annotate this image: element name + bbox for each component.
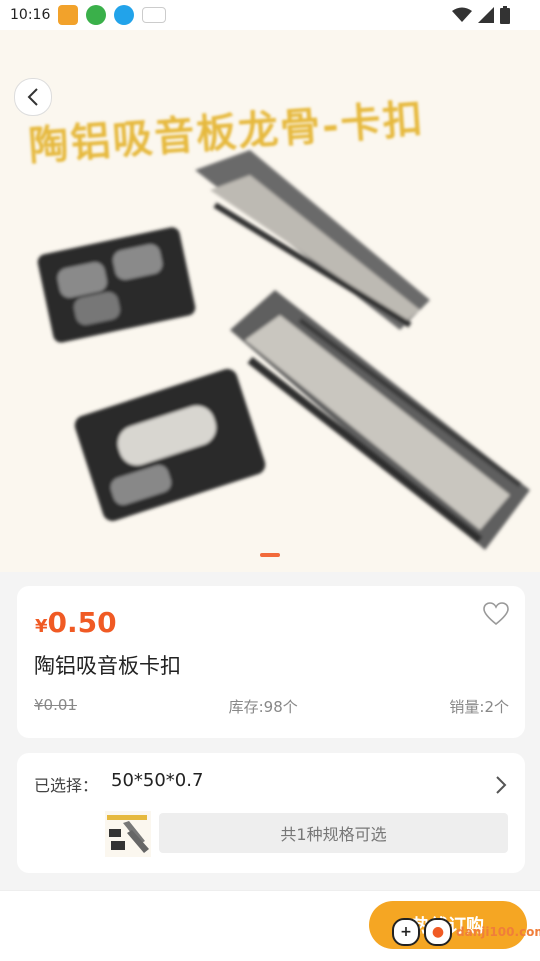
watermark-text: danji100.com <box>456 925 540 939</box>
status-bar: 10:16 <box>0 0 540 30</box>
spec-thumbnail-image <box>107 815 149 853</box>
original-price: ¥0.01 <box>34 696 77 714</box>
battery-icon <box>500 6 510 24</box>
sales-count: 销量:2个 <box>449 698 509 716</box>
price-value: 0.50 <box>47 606 117 639</box>
back-button[interactable] <box>14 78 52 116</box>
shield-app-icon <box>86 5 107 25</box>
spec-label: 已选择： <box>34 776 99 795</box>
stock-count: 库存:98个 <box>228 698 298 716</box>
spec-selector[interactable]: 已选择： 50*50*0.7 共1种规格可选 <box>17 753 525 873</box>
spec-open-button[interactable] <box>495 775 507 799</box>
spec-thumbnail <box>105 811 151 857</box>
system-icons <box>452 6 510 24</box>
price-card: ¥0.50 陶铝吸音板卡扣 ¥0.01 库存:98个 销量:2个 <box>17 586 525 738</box>
spec-value: 50*50*0.7 <box>111 770 204 791</box>
target-circle-icon: ● <box>424 918 452 946</box>
wifi-icon <box>452 7 472 22</box>
price: ¥0.50 <box>35 606 117 639</box>
chevron-right-icon <box>496 776 507 794</box>
app-badge-icon <box>58 5 79 25</box>
notification-icons <box>58 5 167 25</box>
currency-symbol: ¥ <box>35 616 48 637</box>
product-image-gallery[interactable]: 陶铝吸音板龙骨-卡扣 <box>0 30 540 572</box>
plus-circle-icon: + <box>392 918 420 946</box>
spec-option-count[interactable]: 共1种规格可选 <box>159 813 508 853</box>
heart-icon <box>483 602 509 626</box>
product-meta: ¥0.01 库存:98个 销量:2个 <box>34 696 509 717</box>
chevron-left-icon <box>27 88 38 106</box>
id-card-icon <box>142 7 167 23</box>
gallery-pager-dot <box>260 553 280 557</box>
status-time: 10:16 <box>10 7 51 23</box>
favorite-button[interactable] <box>483 602 509 630</box>
signal-icon <box>478 7 494 23</box>
download-app-icon <box>114 5 135 25</box>
product-name: 陶铝吸音板卡扣 <box>34 654 181 678</box>
watermark: + ● danji100.com <box>392 918 540 946</box>
